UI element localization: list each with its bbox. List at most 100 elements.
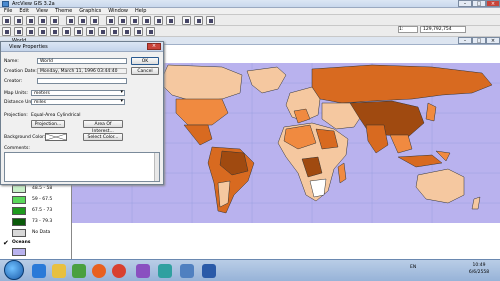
background-color-swatch bbox=[45, 133, 67, 141]
creation-date-label: Creation Date: bbox=[4, 69, 37, 74]
query-icon[interactable] bbox=[90, 16, 99, 25]
firefox-icon[interactable] bbox=[92, 264, 106, 278]
oceans-theme-label: Oceans bbox=[12, 240, 31, 245]
zoom-in-tool-icon[interactable] bbox=[50, 27, 59, 36]
start-button[interactable] bbox=[4, 260, 24, 280]
pointer-tool-icon[interactable] bbox=[2, 27, 11, 36]
select-tool-icon[interactable] bbox=[26, 27, 35, 36]
creator-label: Creator: bbox=[4, 79, 23, 84]
arcview-taskbar-icon[interactable] bbox=[158, 264, 172, 278]
table-icon[interactable] bbox=[50, 16, 59, 25]
help-icon[interactable] bbox=[206, 16, 215, 25]
menu-graphics[interactable]: Graphics bbox=[79, 8, 101, 15]
name-label: Name: bbox=[4, 59, 19, 64]
language-indicator[interactable]: EN bbox=[410, 265, 416, 270]
minimize-button[interactable]: – bbox=[458, 0, 472, 7]
creator-field[interactable] bbox=[37, 78, 127, 84]
save-icon[interactable] bbox=[2, 16, 11, 25]
zoom-in-fixed-icon[interactable] bbox=[142, 16, 151, 25]
measure-tool-icon[interactable] bbox=[86, 27, 95, 36]
legend-item[interactable]: 59 - 67.5 bbox=[12, 196, 72, 205]
legend-item[interactable]: 73 - 79.3 bbox=[12, 218, 72, 227]
clear-selection-icon[interactable] bbox=[194, 16, 203, 25]
hotlink-tool-icon[interactable] bbox=[98, 27, 107, 36]
comments-textarea[interactable] bbox=[4, 152, 160, 182]
distance-units-select[interactable]: miles bbox=[31, 99, 125, 105]
legend-swatch bbox=[12, 185, 26, 193]
menu-theme[interactable]: Theme bbox=[55, 8, 72, 15]
find-icon[interactable] bbox=[66, 16, 75, 25]
close-button[interactable]: × bbox=[486, 0, 500, 7]
draw-tool-icon[interactable] bbox=[146, 27, 155, 36]
oceans-visibility-checkbox[interactable]: ✔ bbox=[3, 239, 9, 247]
cancel-button[interactable]: Cancel bbox=[131, 67, 159, 75]
background-color-label: Background Color: bbox=[4, 135, 46, 140]
menu-file[interactable]: File bbox=[4, 8, 12, 15]
file-explorer-icon[interactable] bbox=[52, 264, 66, 278]
area-of-interest-tool-icon[interactable] bbox=[110, 27, 119, 36]
zoom-out-fixed-icon[interactable] bbox=[154, 16, 163, 25]
add-theme-icon[interactable] bbox=[14, 16, 23, 25]
ok-button[interactable]: OK bbox=[131, 57, 159, 65]
word-icon[interactable] bbox=[202, 264, 216, 278]
zoom-previous-icon[interactable] bbox=[166, 16, 175, 25]
view-properties-dialog: View Properties × Name: World OK Creatio… bbox=[0, 41, 164, 185]
view-minimize-button[interactable]: – bbox=[458, 37, 472, 44]
projection-value: Equal-Area Cylindrical bbox=[31, 113, 81, 118]
scale-box[interactable]: 1: bbox=[398, 26, 418, 33]
media-player-icon[interactable] bbox=[72, 264, 86, 278]
theme-properties-icon[interactable] bbox=[26, 16, 35, 25]
legend-item[interactable]: 48.5 - 58 bbox=[12, 185, 72, 194]
text-tool-icon[interactable] bbox=[134, 27, 143, 36]
select-features-icon[interactable] bbox=[182, 16, 191, 25]
zoom-to-themes-icon[interactable] bbox=[118, 16, 127, 25]
area-of-interest-button[interactable]: Area Of Interest... bbox=[83, 120, 123, 134]
projection-button[interactable]: Projection... bbox=[31, 120, 65, 128]
name-field[interactable]: World bbox=[37, 58, 127, 64]
legend-item[interactable]: No Data bbox=[12, 229, 72, 238]
menu-help[interactable]: Help bbox=[135, 8, 146, 15]
menu-edit[interactable]: Edit bbox=[19, 8, 29, 15]
map-units-select[interactable]: meters bbox=[31, 90, 125, 96]
visual-studio-icon[interactable] bbox=[136, 264, 150, 278]
view-maximize-button[interactable]: □ bbox=[472, 37, 486, 44]
coordinate-readout: 129,792,754 bbox=[420, 26, 466, 33]
menu-window[interactable]: Window bbox=[108, 8, 128, 15]
projection-label: Projection: bbox=[4, 113, 28, 118]
app-title: ArcView GIS 3.2a bbox=[12, 1, 55, 7]
zoom-selected-icon[interactable] bbox=[130, 16, 139, 25]
system-tray: EN bbox=[410, 265, 458, 275]
zoom-full-icon[interactable] bbox=[106, 16, 115, 25]
legend-label: 48.5 - 58 bbox=[32, 186, 53, 191]
legend-item[interactable]: 67.5 - 73 bbox=[12, 207, 72, 216]
argentina[interactable] bbox=[217, 180, 231, 208]
view-close-button[interactable]: × bbox=[486, 37, 500, 44]
pan-tool-icon[interactable] bbox=[74, 27, 83, 36]
clock-date: 6/6/2558 bbox=[468, 270, 490, 275]
system-clock[interactable]: 10:49 6/6/2558 bbox=[460, 262, 498, 278]
locate-icon[interactable] bbox=[78, 16, 87, 25]
label-tool-icon[interactable] bbox=[122, 27, 131, 36]
legend-label: 59 - 67.5 bbox=[32, 197, 53, 202]
dialog-title: View Properties bbox=[9, 44, 48, 50]
select-color-button[interactable]: Select Color... bbox=[83, 133, 123, 141]
chrome-icon[interactable] bbox=[112, 264, 126, 278]
comments-scrollbar[interactable] bbox=[154, 153, 159, 181]
zoom-out-tool-icon[interactable] bbox=[62, 27, 71, 36]
legend-label: 73 - 79.3 bbox=[32, 219, 53, 224]
maximize-button[interactable]: □ bbox=[472, 0, 486, 7]
legend-label: No Data bbox=[32, 230, 51, 235]
vertex-edit-icon[interactable] bbox=[38, 27, 47, 36]
menu-view[interactable]: View bbox=[36, 8, 48, 15]
dialog-close-button[interactable]: × bbox=[147, 43, 161, 50]
legend-swatch bbox=[12, 218, 26, 226]
oceans-swatch bbox=[12, 248, 26, 256]
dialog-title-bar: View Properties × bbox=[1, 42, 163, 52]
map-units-label: Map Units: bbox=[4, 91, 28, 96]
legend-label: 67.5 - 73 bbox=[32, 208, 53, 213]
legend-swatch bbox=[12, 229, 26, 237]
internet-explorer-icon[interactable] bbox=[32, 264, 46, 278]
network-tool-icon[interactable] bbox=[180, 264, 194, 278]
identify-tool-icon[interactable] bbox=[14, 27, 23, 36]
legend-editor-icon[interactable] bbox=[38, 16, 47, 25]
